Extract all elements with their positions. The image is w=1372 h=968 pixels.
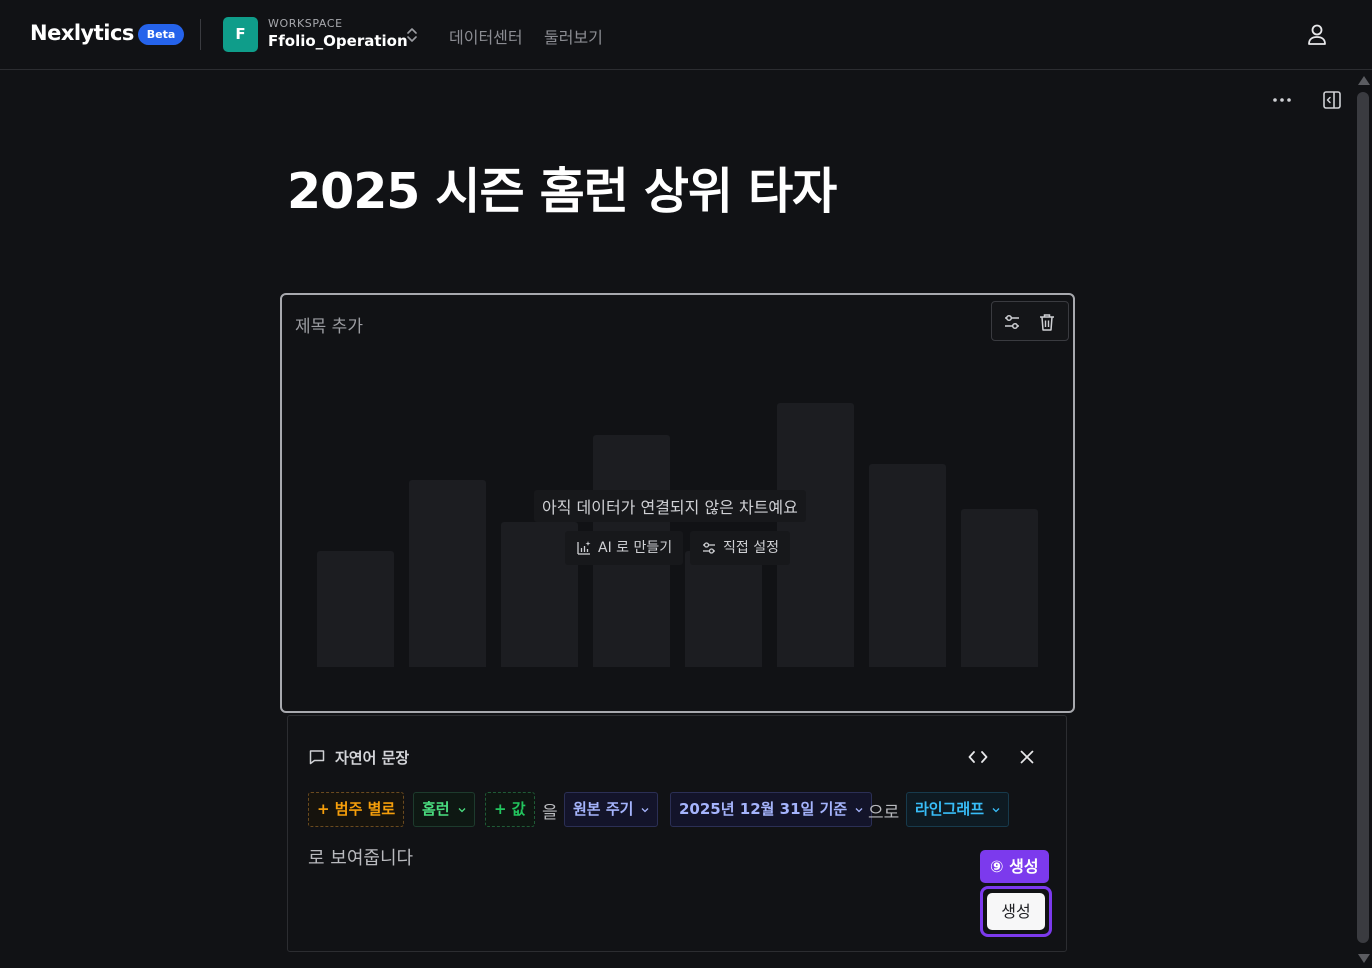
page-scrollbar[interactable] (1354, 72, 1372, 968)
category-value-label: 홈런 (422, 800, 450, 818)
chart-type-label: 라인그래프 (915, 800, 985, 818)
placeholder-bar (961, 509, 1038, 667)
chevron-down-icon (458, 807, 466, 812)
workspace-avatar[interactable]: F (223, 17, 258, 52)
generate-step-badge: ⑨ 생성 (980, 850, 1049, 883)
chart-card-toolbar (991, 301, 1069, 341)
particle-eul: 을 (542, 803, 558, 823)
page-title[interactable]: 2025 시즌 홈런 상위 타자 (287, 152, 837, 223)
beta-badge: Beta (138, 24, 184, 45)
date-label: 2025년 12월 31일 기준 (679, 800, 848, 818)
chevron-down-icon (641, 807, 649, 812)
period-dropdown[interactable]: 원본 주기 (564, 792, 659, 827)
chevron-updown-icon[interactable] (404, 25, 420, 45)
scroll-down-arrow-icon[interactable] (1358, 954, 1370, 963)
nav-explore[interactable]: 둘러보기 (544, 24, 603, 48)
more-options-icon[interactable] (1271, 90, 1293, 110)
particle-euro: 으로 (868, 803, 900, 823)
code-icon[interactable] (967, 747, 989, 767)
workspace-caption: WORKSPACE (268, 17, 343, 30)
placeholder-bar (685, 551, 762, 667)
scroll-up-arrow-icon[interactable] (1358, 76, 1370, 85)
chart-card[interactable]: 제목 추가 아직 데이터가 연결되지 않은 차트예요 AI 로 만들기 직접 설… (280, 293, 1075, 713)
category-token[interactable]: + 범주 별로 (308, 792, 405, 827)
manual-setup-button[interactable]: 직접 설정 (690, 531, 790, 565)
date-dropdown[interactable]: 2025년 12월 31일 기준 (670, 792, 873, 827)
ai-create-button[interactable]: AI 로 만들기 (565, 531, 684, 565)
manual-setup-label: 직접 설정 (723, 540, 779, 556)
category-value-dropdown[interactable]: 홈런 (413, 792, 475, 827)
chevron-down-icon (855, 807, 863, 812)
top-header: Nexlytics Beta F WORKSPACE Ffolio_Operat… (0, 0, 1372, 70)
ai-create-label: AI 로 만들기 (598, 540, 673, 556)
placeholder-bar (317, 551, 394, 667)
generate-button[interactable]: 생성 (987, 893, 1045, 930)
trash-icon[interactable] (1036, 311, 1058, 333)
message-square-icon (309, 750, 325, 765)
chart-title-placeholder[interactable]: 제목 추가 (295, 312, 363, 337)
empty-chart-message: 아직 데이터가 연결되지 않은 차트예요 (534, 490, 806, 522)
settings-sliders-icon (703, 542, 715, 554)
side-panel-toggle-icon[interactable] (1321, 89, 1343, 111)
user-icon[interactable] (1306, 23, 1328, 47)
chart-type-dropdown[interactable]: 라인그래프 (906, 792, 1010, 827)
chevron-down-icon (992, 807, 1000, 812)
workspace-name[interactable]: Ffolio_Operation (268, 32, 408, 50)
close-icon[interactable] (1017, 747, 1037, 767)
placeholder-bar (409, 480, 486, 667)
nav-data-center[interactable]: 데이터센터 (449, 24, 523, 48)
nl-panel-title: 자연어 문장 (335, 749, 410, 767)
scroll-thumb[interactable] (1357, 92, 1369, 943)
chart-sparkle-icon (577, 541, 591, 555)
generate-button-highlight: 생성 (980, 886, 1052, 937)
header-divider (200, 19, 201, 50)
add-value-token[interactable]: + 값 (485, 792, 535, 827)
nl-sentence-ending: 로 보여줍니다 (308, 848, 414, 869)
period-label: 원본 주기 (573, 800, 634, 818)
placeholder-bar (869, 464, 946, 667)
natural-language-panel: 자연어 문장 + 범주 별로 홈런 + 값 을 원본 주기 2025년 12월 … (287, 715, 1067, 952)
app-logo[interactable]: Nexlytics (30, 21, 134, 45)
settings-sliders-icon[interactable] (1001, 311, 1023, 333)
